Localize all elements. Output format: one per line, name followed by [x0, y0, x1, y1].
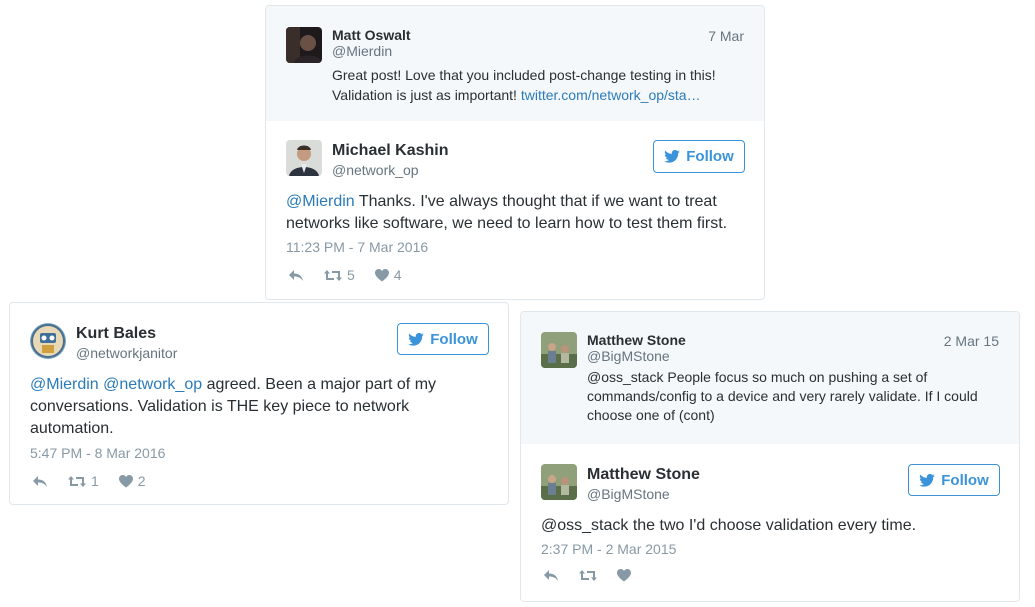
tweet-card-3: Matthew Stone @BigMStone 2 Mar 15 @oss_s…: [520, 311, 1020, 602]
retweet-count: 5: [347, 267, 355, 283]
tweet-date[interactable]: 2 Mar 15: [944, 333, 999, 349]
tweet-text: @Mierdin @network_op agreed. Been a majo…: [30, 374, 436, 440]
text-line: automation.: [30, 420, 114, 437]
retweet-count: 1: [91, 473, 99, 489]
author-name[interactable]: Matthew Stone: [587, 332, 686, 348]
author-handle[interactable]: @networkjanitor: [76, 345, 177, 361]
reply-button[interactable]: [288, 269, 304, 282]
reply-button[interactable]: [543, 569, 559, 582]
like-button[interactable]: [617, 569, 631, 582]
tweet-text: @Mierdin Thanks. I've always thought tha…: [286, 191, 727, 235]
parent-tweet[interactable]: Matt Oswalt @Mierdin 7 Mar Great post! L…: [266, 6, 764, 121]
retweet-icon: [68, 475, 86, 487]
author-name[interactable]: Matthew Stone: [587, 466, 700, 484]
reply-icon: [33, 475, 47, 487]
tweet-timestamp[interactable]: 2:37 PM - 2 Mar 2015: [541, 541, 676, 557]
author-name[interactable]: Matt Oswalt: [332, 27, 411, 43]
retweet-icon: [579, 570, 597, 581]
mention-link[interactable]: @network_op: [103, 376, 202, 393]
like-button[interactable]: 4: [374, 267, 402, 283]
text-fragment: Validation is just as important!: [332, 87, 521, 103]
avatar[interactable]: [286, 27, 322, 63]
follow-button[interactable]: Follow: [653, 140, 745, 173]
follow-button[interactable]: Follow: [908, 464, 1000, 496]
text-line: commands/config to a device and very rar…: [587, 388, 978, 404]
parent-tweet[interactable]: Matthew Stone @BigMStone 2 Mar 15 @oss_s…: [521, 312, 1019, 444]
parent-tweet-text: @oss_stack People focus so much on pushi…: [587, 368, 978, 425]
tweet-text: @oss_stack the two I'd choose validation…: [541, 515, 916, 537]
avatar[interactable]: [541, 332, 577, 368]
avatar[interactable]: [286, 140, 322, 176]
text-line: @oss_stack the two I'd choose validation…: [541, 517, 917, 534]
text-line: Validation is just as important! twitter…: [332, 85, 716, 105]
heart-icon: [118, 474, 133, 487]
twitter-bird-icon: [919, 473, 936, 487]
text-line: choose one of (cont): [587, 407, 715, 423]
retweet-button[interactable]: 5: [324, 267, 355, 283]
retweet-button[interactable]: [579, 569, 597, 582]
tweet-link[interactable]: twitter.com/network_op/sta…: [521, 87, 701, 103]
avatar[interactable]: [30, 323, 66, 359]
text-line: networks like software, we need to learn…: [286, 215, 728, 232]
mention-link[interactable]: @Mierdin: [286, 193, 355, 210]
author-name[interactable]: Kurt Bales: [76, 325, 156, 343]
tweet-actions: 1 2: [32, 473, 166, 489]
tweet-actions: [543, 569, 651, 582]
parent-tweet-text: Great post! Love that you included post-…: [332, 65, 716, 105]
reply-icon: [289, 269, 303, 281]
tweet-timestamp[interactable]: 11:23 PM - 7 Mar 2016: [286, 239, 428, 255]
author-name[interactable]: Michael Kashin: [332, 142, 448, 160]
tweet-card-2: Kurt Bales @networkjanitor Follow @Mierd…: [9, 302, 509, 505]
heart-icon: [374, 268, 389, 281]
tweet-date[interactable]: 7 Mar: [708, 28, 744, 44]
follow-label: Follow: [686, 148, 734, 165]
tweet-timestamp[interactable]: 5:47 PM - 8 Mar 2016: [30, 445, 165, 461]
tweet-actions: 5 4: [288, 267, 422, 283]
twitter-bird-icon: [408, 332, 425, 346]
text-fragment: Thanks. I've always thought that if we w…: [354, 193, 717, 210]
like-count: 4: [393, 267, 402, 283]
text-line: conversations. Validation is THE key pie…: [30, 398, 410, 415]
heart-icon: [617, 569, 631, 582]
follow-button[interactable]: Follow: [397, 323, 489, 355]
reply-button[interactable]: [32, 475, 48, 488]
follow-label: Follow: [941, 471, 989, 489]
retweet-button[interactable]: 1: [68, 473, 99, 489]
text-fragment: agreed. Been a major part of my: [202, 376, 437, 393]
mention-link[interactable]: @Mierdin: [30, 376, 99, 393]
reply-icon: [544, 570, 558, 581]
text-line: @Mierdin @network_op agreed. Been a majo…: [30, 374, 436, 396]
author-handle[interactable]: @Mierdin: [332, 43, 392, 59]
twitter-bird-icon: [664, 150, 681, 163]
author-handle[interactable]: @network_op: [332, 162, 419, 178]
text-line: Great post! Love that you included post-…: [332, 67, 716, 83]
text-line: @oss_stack People focus so much on pushi…: [587, 369, 928, 385]
like-button[interactable]: 2: [118, 473, 146, 489]
retweet-icon: [324, 269, 342, 281]
follow-label: Follow: [430, 330, 478, 348]
text-line: @Mierdin Thanks. I've always thought tha…: [286, 191, 727, 213]
author-handle[interactable]: @BigMStone: [587, 486, 670, 502]
avatar[interactable]: [541, 464, 577, 500]
author-handle[interactable]: @BigMStone: [587, 348, 670, 364]
like-count: 2: [137, 473, 146, 489]
tweet-card-1: Matt Oswalt @Mierdin 7 Mar Great post! L…: [265, 5, 765, 300]
